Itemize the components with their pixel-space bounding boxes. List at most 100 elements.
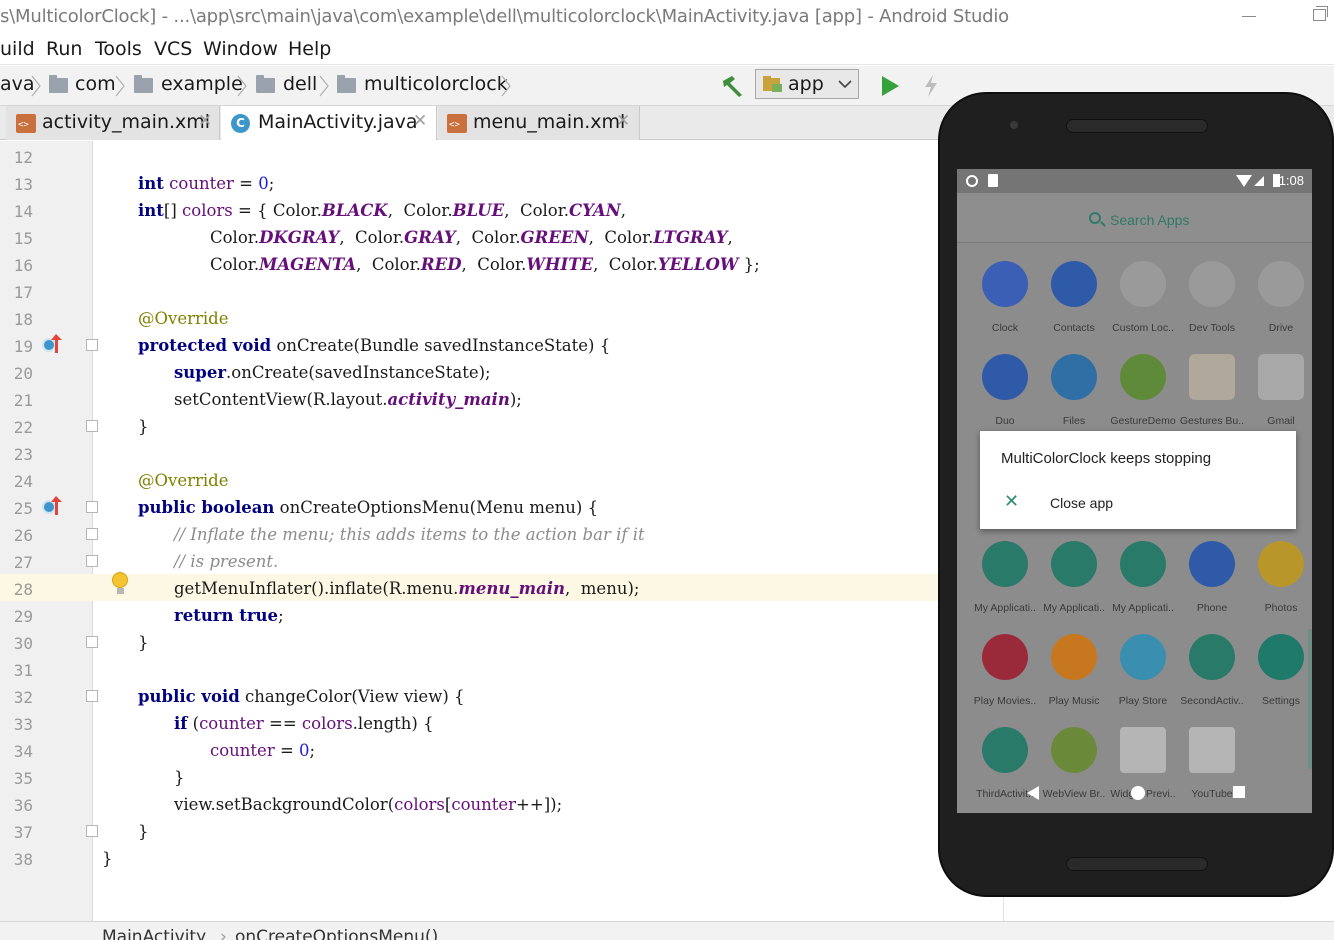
line-number: 34: [13, 742, 33, 761]
fold-toggle[interactable]: [86, 420, 98, 432]
search-label: Search Apps: [1110, 212, 1190, 228]
fold-toggle[interactable]: [86, 636, 98, 648]
tab-menu-main[interactable]: menu_main.xml ✕: [438, 106, 640, 140]
fold-toggle[interactable]: [86, 528, 98, 540]
app-gestures-builder[interactable]: Gestures Bu..: [1171, 354, 1244, 434]
close-icon[interactable]: ✕: [616, 111, 630, 131]
build-hammer-icon[interactable]: [720, 74, 746, 98]
app-my-application[interactable]: My Applicati..: [1033, 541, 1105, 621]
tab-label: activity_main.xml: [42, 111, 211, 133]
close-icon[interactable]: ✕: [413, 111, 427, 131]
fold-toggle[interactable]: [86, 339, 98, 351]
code-token: , Color.: [588, 228, 654, 247]
app-gmail[interactable]: Gmail: [1240, 354, 1308, 434]
fold-toggle[interactable]: [86, 555, 98, 567]
line-number: 15: [13, 229, 33, 248]
code-token: Color.: [210, 255, 260, 274]
crumb-com[interactable]: com: [75, 73, 116, 95]
code-line-19: protected void onCreate(Bundle savedInst…: [138, 336, 610, 355]
menu-help[interactable]: Help: [288, 38, 331, 60]
crash-dialog: MultiColorClock keeps stopping ✕ Close a…: [980, 431, 1296, 529]
crumb-dell[interactable]: dell: [283, 73, 317, 95]
line-number: 27: [13, 553, 33, 572]
app-clock[interactable]: Clock: [964, 261, 1032, 341]
code-line-18: @Override: [138, 309, 229, 328]
app-play-store[interactable]: Play Store: [1102, 634, 1170, 714]
line-number: 22: [13, 418, 33, 437]
code-line-32: public void changeColor(View view) {: [138, 687, 465, 706]
app-custom-locale[interactable]: Custom Loc..: [1102, 261, 1174, 341]
code-token: protected void: [138, 336, 272, 355]
app-contacts[interactable]: Contacts: [1033, 261, 1101, 341]
app-dev-tools[interactable]: Dev Tools: [1171, 261, 1239, 341]
close-icon[interactable]: ✕: [198, 111, 212, 131]
override-method-icon[interactable]: [42, 500, 56, 514]
app-search-bar[interactable]: Search Apps: [957, 193, 1312, 243]
code-token: CYAN: [569, 201, 621, 220]
apply-changes-icon[interactable]: [922, 74, 940, 98]
menu-vcs[interactable]: VCS: [154, 38, 192, 60]
menu-window[interactable]: Window: [203, 38, 278, 60]
run-icon[interactable]: [878, 74, 902, 98]
emulator-phone: 1:08 Search Apps Clock Contacts Custom L…: [938, 92, 1334, 897]
menu-build[interactable]: uild: [0, 38, 35, 60]
app-second-activity[interactable]: SecondActiv..: [1171, 634, 1244, 714]
app-play-movies[interactable]: Play Movies..: [964, 634, 1036, 714]
fold-toggle[interactable]: [86, 501, 98, 513]
code-token: =: [274, 741, 300, 760]
fold-toggle[interactable]: [86, 825, 98, 837]
app-my-application[interactable]: My Applicati..: [1102, 541, 1174, 621]
line-number: 35: [13, 769, 33, 788]
lightbulb-icon[interactable]: [112, 572, 128, 594]
app-gesture-demo[interactable]: GestureDemo: [1102, 354, 1176, 434]
run-config-select[interactable]: app: [755, 69, 859, 99]
restore-button[interactable]: [1313, 6, 1328, 21]
tab-main-activity[interactable]: C MainActivity.java ✕: [221, 106, 437, 140]
tab-activity-main[interactable]: activity_main.xml ✕: [6, 106, 220, 140]
app-play-music[interactable]: Play Music: [1033, 634, 1101, 714]
code-token: .length) {: [352, 714, 434, 733]
close-app-button[interactable]: Close app: [1050, 495, 1113, 511]
app-list-scrollbar[interactable]: [1308, 629, 1312, 769]
code-line-22: }: [138, 417, 149, 436]
recents-icon[interactable]: [1233, 786, 1245, 798]
chevron-right-icon: [115, 75, 125, 97]
app-files[interactable]: Files: [1033, 354, 1101, 434]
minimize-button[interactable]: [1242, 16, 1256, 17]
line-number: 25: [13, 499, 33, 518]
breadcrumb-method[interactable]: onCreateOptionsMenu(): [235, 927, 438, 940]
menu-run[interactable]: Run: [46, 38, 82, 60]
widget-icon: [1120, 727, 1166, 773]
android-app-icon: [763, 76, 782, 92]
app-settings[interactable]: Settings: [1240, 634, 1308, 714]
menu-tools[interactable]: Tools: [95, 38, 142, 60]
line-number: 33: [13, 715, 33, 734]
code-token: LTGRAY: [653, 228, 728, 247]
crumb-multicolorclock[interactable]: multicolorclock: [364, 73, 508, 95]
override-method-icon[interactable]: [42, 338, 56, 352]
line-number: 30: [13, 634, 33, 653]
folder-icon: [337, 75, 356, 93]
window-title: s\MulticolorClock] - ...\app\src\main\ja…: [0, 6, 1009, 27]
emulator-screen[interactable]: 1:08 Search Apps Clock Contacts Custom L…: [957, 169, 1312, 813]
play-store-icon: [1120, 634, 1166, 680]
code-token: if: [174, 714, 188, 733]
music-icon: [1051, 634, 1097, 680]
back-icon[interactable]: [1027, 786, 1039, 800]
app-phone[interactable]: Phone: [1171, 541, 1239, 621]
crumb-example[interactable]: example: [161, 73, 243, 95]
close-icon[interactable]: ✕: [1004, 491, 1019, 512]
home-icon[interactable]: [1131, 786, 1145, 800]
fold-toggle[interactable]: [86, 690, 98, 702]
run-config-label: app: [788, 73, 824, 95]
app-photos[interactable]: Photos: [1240, 541, 1308, 621]
chevron-down-icon: [838, 80, 852, 89]
code-token: getMenuInflater().inflate(R.menu.: [174, 579, 459, 598]
code-line-27: // is present.: [174, 552, 279, 571]
app-drive[interactable]: Drive: [1240, 261, 1308, 341]
code-token: , Color.: [339, 228, 405, 247]
breadcrumb-class[interactable]: MainActivity: [102, 927, 206, 940]
android-icon: [1120, 354, 1166, 400]
app-duo[interactable]: Duo: [964, 354, 1032, 434]
app-my-application[interactable]: My Applicati..: [964, 541, 1036, 621]
